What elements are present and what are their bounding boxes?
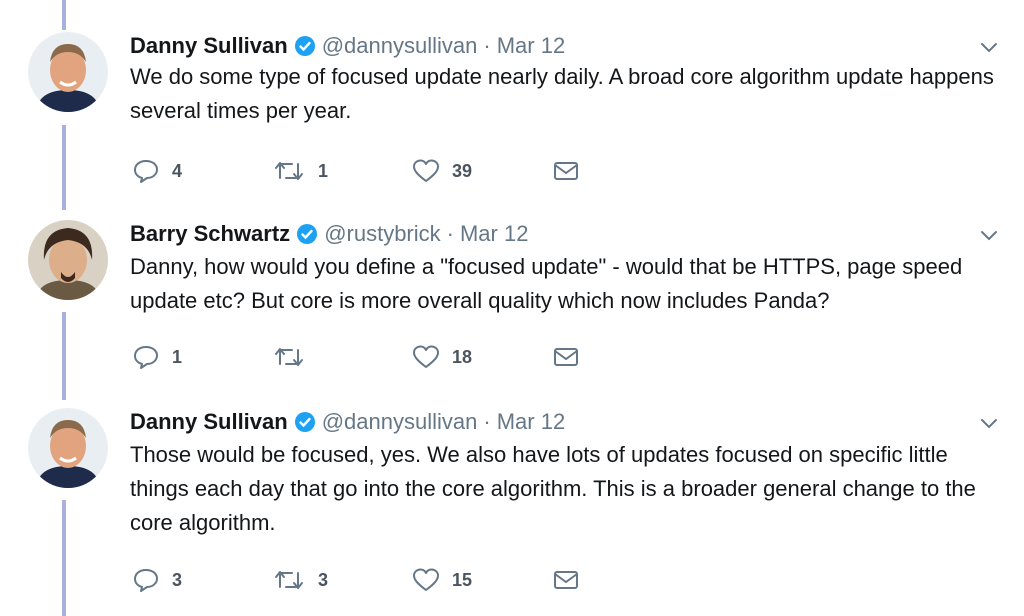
tweet-date[interactable]: Mar 12 [497, 33, 565, 59]
tweet-text: Those would be focused, yes. We also hav… [130, 442, 976, 535]
retweet-button[interactable]: 1 [272, 156, 328, 186]
reply-icon [132, 158, 160, 184]
like-icon [412, 344, 440, 370]
reply-button[interactable]: 3 [132, 565, 182, 595]
author-handle[interactable]: @dannysullivan [322, 33, 478, 59]
chevron-down-icon[interactable] [978, 36, 1000, 58]
reply-button[interactable]: 1 [132, 342, 182, 372]
retweet-icon [272, 567, 306, 593]
retweet-icon [272, 158, 306, 184]
avatar[interactable] [28, 408, 108, 488]
author-handle[interactable]: @dannysullivan [322, 409, 478, 435]
tweet-header: Danny Sullivan @dannysullivan · Mar 12 [130, 32, 565, 60]
verified-icon [294, 411, 316, 433]
reply-icon [132, 567, 160, 593]
tweet-actions: 3 3 15 [132, 565, 592, 595]
author-name[interactable]: Danny Sullivan [130, 33, 288, 59]
like-icon [412, 158, 440, 184]
like-icon [412, 567, 440, 593]
separator: · [446, 221, 454, 246]
retweet-button[interactable] [272, 342, 318, 372]
chevron-down-icon[interactable] [978, 224, 1000, 246]
like-count: 39 [452, 160, 473, 181]
separator: · [483, 33, 491, 58]
tweet-text: Danny, how would you define a "focused u… [130, 254, 963, 313]
retweet-count: 1 [318, 160, 329, 181]
tweet-header: Danny Sullivan @dannysullivan · Mar 12 [130, 408, 565, 436]
reply-icon [132, 344, 160, 370]
message-button[interactable] [552, 565, 580, 595]
like-button[interactable]: 15 [412, 565, 472, 595]
thread-line [62, 0, 66, 30]
retweet-icon [272, 344, 306, 370]
retweet-count: 3 [318, 569, 329, 590]
message-button[interactable] [552, 156, 580, 186]
tweet-date[interactable]: Mar 12 [460, 221, 528, 247]
like-count: 18 [452, 346, 473, 367]
retweet-button[interactable]: 3 [272, 565, 328, 595]
author-name[interactable]: Barry Schwartz [130, 221, 290, 247]
thread-line [62, 312, 66, 400]
verified-icon [296, 223, 318, 245]
like-count: 15 [452, 569, 473, 590]
tweet-header: Barry Schwartz @rustybrick · Mar 12 [130, 220, 528, 248]
tweet-actions: 4 1 39 [132, 156, 592, 186]
tweet-actions: 1 18 [132, 342, 592, 372]
avatar[interactable] [28, 220, 108, 300]
message-icon [552, 159, 580, 183]
thread-line [62, 125, 66, 210]
tweet-date[interactable]: Mar 12 [497, 409, 565, 435]
thread-line [62, 500, 66, 616]
tweet-text: We do some type of focused update nearly… [130, 64, 994, 123]
like-button[interactable]: 39 [412, 156, 472, 186]
author-handle[interactable]: @rustybrick [324, 221, 440, 247]
like-button[interactable]: 18 [412, 342, 472, 372]
separator: · [483, 409, 491, 434]
avatar[interactable] [28, 32, 108, 112]
message-icon [552, 345, 580, 369]
reply-count: 3 [172, 569, 183, 590]
reply-count: 4 [172, 160, 183, 181]
verified-icon [294, 35, 316, 57]
message-icon [552, 568, 580, 592]
chevron-down-icon[interactable] [978, 412, 1000, 434]
reply-count: 1 [172, 346, 183, 367]
reply-button[interactable]: 4 [132, 156, 182, 186]
author-name[interactable]: Danny Sullivan [130, 409, 288, 435]
message-button[interactable] [552, 342, 580, 372]
